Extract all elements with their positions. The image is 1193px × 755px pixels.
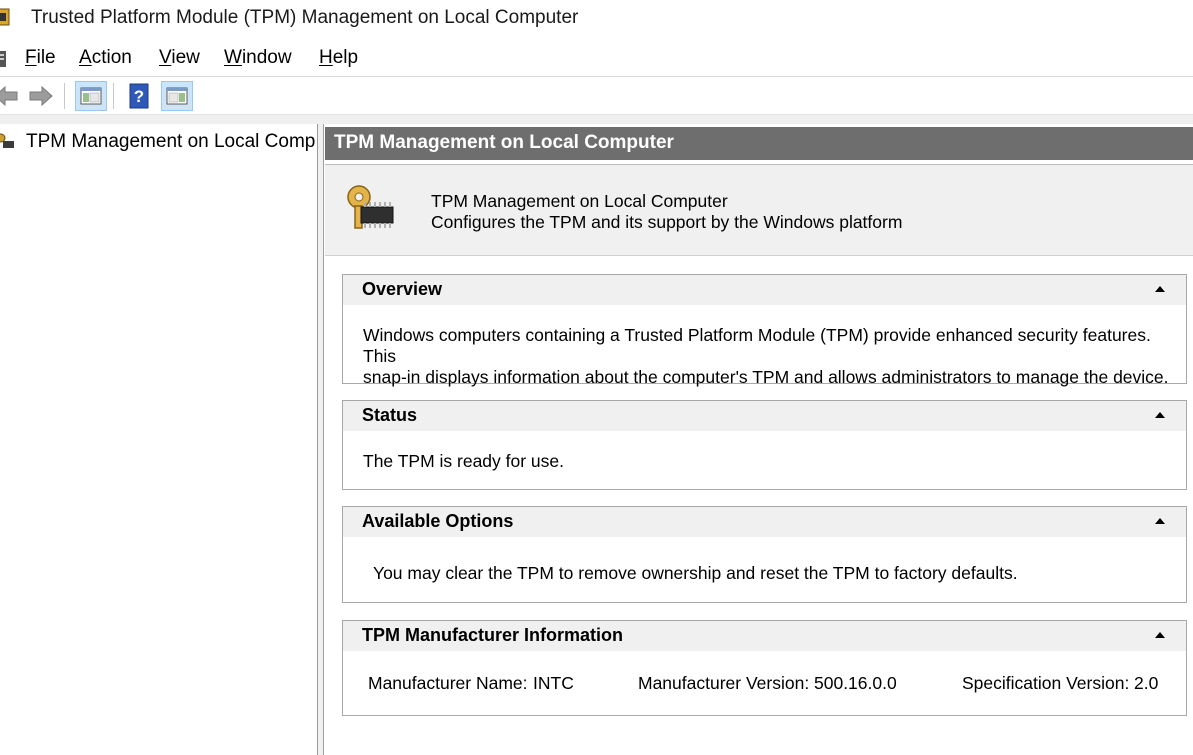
- section-header: Overview: [343, 275, 1186, 305]
- section-header: Available Options: [343, 507, 1186, 537]
- tpm-key-chip-icon: [347, 185, 394, 229]
- caret-up-icon: [1155, 632, 1165, 638]
- intro-description: Configures the TPM and its support by th…: [431, 212, 903, 232]
- section-title: Overview: [362, 279, 443, 299]
- toolbar-border: [0, 114, 1193, 124]
- section-title: TPM Manufacturer Information: [362, 625, 624, 645]
- collapse-button[interactable]: [1154, 630, 1166, 640]
- window-title: Trusted Platform Module (TPM) Management…: [31, 7, 579, 28]
- tree-item-label: TPM Management on Local Comp: [26, 131, 316, 152]
- pane-header: TPM Management on Local Computer: [325, 127, 1193, 160]
- manufacturer-name-label: Manufacturer Name:: [368, 673, 528, 693]
- overview-text-line: snap-in displays information about the c…: [363, 367, 1169, 387]
- manufacturer-name-value: INTC: [533, 673, 574, 693]
- section-title: Available Options: [362, 511, 514, 531]
- back-button[interactable]: [0, 81, 22, 111]
- menu-bar: File Action View Window Help: [0, 40, 1193, 76]
- tree-item-tpm-management[interactable]: TPM Management on Local Comp: [0, 128, 315, 156]
- menu-file[interactable]: File: [25, 47, 56, 69]
- available-options-section: Available Options You may clear the TPM …: [342, 506, 1187, 603]
- specification-version-value: 2.0: [1134, 673, 1159, 693]
- menu-help[interactable]: Help: [319, 47, 358, 69]
- overview-text-line: Windows computers containing a Trusted P…: [363, 325, 1151, 366]
- section-body: Manufacturer Name: INTC Manufacturer Ver…: [343, 651, 1186, 715]
- caret-up-icon: [1155, 412, 1165, 418]
- section-header: TPM Manufacturer Information: [343, 621, 1186, 651]
- show-hide-action-pane-icon: [166, 87, 188, 105]
- system-menu-icon[interactable]: [0, 50, 8, 68]
- toolbar-separator: [64, 83, 65, 109]
- toolbar: ?: [0, 77, 1193, 114]
- menu-window[interactable]: Window: [224, 47, 292, 69]
- overview-section: Overview Windows computers containing a …: [342, 274, 1187, 387]
- back-arrow-icon: [0, 85, 18, 107]
- result-pane: TPM Management on Local Computer TPM Man…: [325, 124, 1193, 755]
- pane-splitter[interactable]: [318, 124, 324, 755]
- manufacturer-version-label: Manufacturer Version:: [638, 673, 810, 693]
- manufacturer-info-section: TPM Manufacturer Information Manufacture…: [342, 620, 1187, 716]
- svg-text:?: ?: [134, 87, 144, 106]
- status-text: The TPM is ready for use.: [363, 451, 565, 471]
- help-button[interactable]: ?: [123, 81, 155, 111]
- manufacturer-version-value: 500.16.0.0: [814, 673, 897, 693]
- menu-view[interactable]: View: [159, 47, 200, 69]
- show-hide-action-pane-button[interactable]: [161, 81, 193, 111]
- specification-version-label: Specification Version:: [962, 673, 1130, 693]
- collapse-button[interactable]: [1154, 410, 1166, 420]
- section-header: Status: [343, 401, 1186, 431]
- tpm-key-icon: [0, 133, 14, 148]
- snapin-intro: TPM Management on Local Computer Configu…: [325, 164, 1193, 256]
- collapse-button[interactable]: [1154, 516, 1166, 526]
- menu-action[interactable]: Action: [79, 47, 132, 69]
- title-bar: Trusted Platform Module (TPM) Management…: [0, 0, 1193, 36]
- section-title: Status: [362, 405, 418, 425]
- console-tree: TPM Management on Local Comp: [0, 124, 318, 755]
- toolbar-separator: [113, 83, 114, 109]
- caret-up-icon: [1155, 286, 1165, 292]
- intro-title: TPM Management on Local Computer: [431, 191, 728, 211]
- section-body: Windows computers containing a Trusted P…: [343, 305, 1186, 388]
- help-icon: ?: [129, 83, 149, 109]
- options-text: You may clear the TPM to remove ownershi…: [373, 563, 1018, 583]
- forward-button[interactable]: [25, 81, 57, 111]
- tpm-app-icon: [0, 8, 10, 26]
- show-hide-console-tree-icon: [80, 87, 102, 105]
- status-section: Status The TPM is ready for use.: [342, 400, 1187, 490]
- caret-up-icon: [1155, 518, 1165, 524]
- forward-arrow-icon: [29, 85, 53, 107]
- collapse-button[interactable]: [1154, 284, 1166, 294]
- show-hide-console-tree-button[interactable]: [75, 81, 107, 111]
